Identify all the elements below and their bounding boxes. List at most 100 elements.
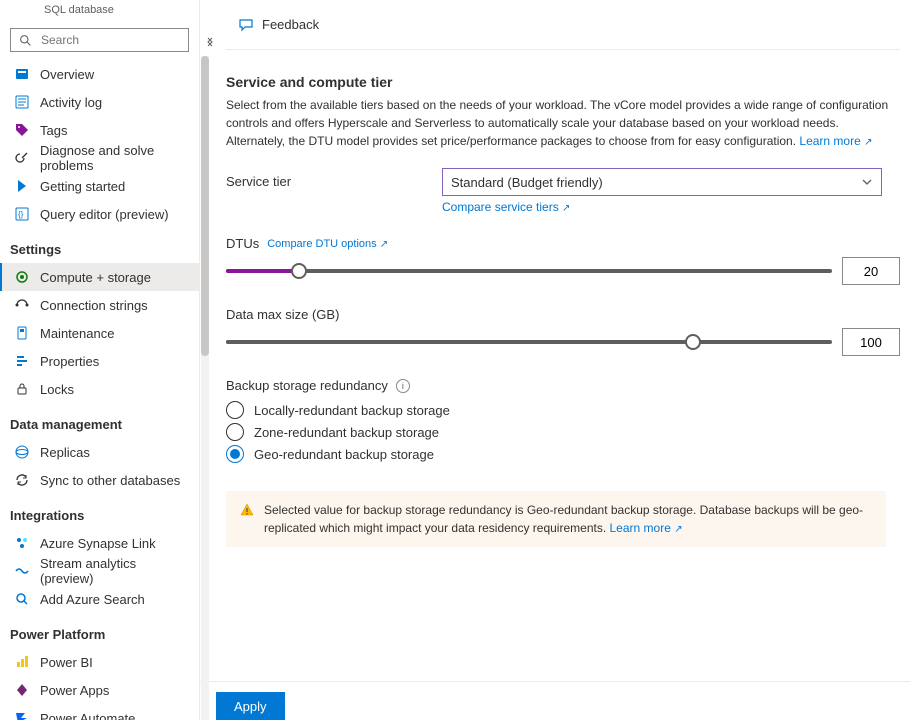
- sidebar-item-label: Maintenance: [40, 326, 114, 341]
- learn-more-link[interactable]: Learn more ↗: [799, 134, 872, 148]
- compare-service-tiers-link[interactable]: Compare service tiers ↗: [442, 200, 570, 214]
- getting-started-icon: [14, 178, 30, 194]
- radio-label: Locally-redundant backup storage: [254, 403, 450, 418]
- radio-label: Geo-redundant backup storage: [254, 447, 434, 462]
- sidebar-item-locks[interactable]: Locks: [0, 375, 199, 403]
- diagnose-icon: [14, 150, 30, 166]
- sidebar-item-label: Properties: [40, 354, 99, 369]
- external-link-icon: ↗: [562, 203, 570, 214]
- properties-icon: [14, 353, 30, 369]
- section-title: Service and compute tier: [226, 74, 900, 90]
- sidebar-item-label: Activity log: [40, 95, 102, 110]
- tags-icon: [14, 122, 30, 138]
- sidebar-item-add-azure-search[interactable]: Add Azure Search: [0, 585, 199, 613]
- dtus-value-input[interactable]: [842, 257, 900, 285]
- synapse-icon: [14, 535, 30, 551]
- sidebar-item-tags[interactable]: Tags: [0, 116, 199, 144]
- sidebar-item-label: Compute + storage: [40, 270, 151, 285]
- sidebar-item-getting-started[interactable]: Getting started: [0, 172, 199, 200]
- data-max-slider[interactable]: [226, 330, 832, 354]
- sidebar-item-compute-storage[interactable]: Compute + storage: [0, 263, 199, 291]
- maintenance-icon: [14, 325, 30, 341]
- sidebar-item-power-automate[interactable]: Power Automate: [0, 704, 199, 720]
- data-max-value-input[interactable]: [842, 328, 900, 356]
- sidebar-item-overview[interactable]: Overview: [0, 60, 199, 88]
- data-max-size-label: Data max size (GB): [226, 307, 339, 322]
- sidebar-item-label: Sync to other databases: [40, 473, 180, 488]
- sidebar-item-label: Connection strings: [40, 298, 148, 313]
- compute-icon: [14, 269, 30, 285]
- radio-indicator: [226, 401, 244, 419]
- sidebar-search-input[interactable]: [39, 32, 198, 48]
- powerbi-icon: [14, 654, 30, 670]
- apply-button[interactable]: Apply: [216, 692, 285, 720]
- sidebar: SQL database OverviewActivity logTagsDia…: [0, 0, 200, 720]
- service-tier-select[interactable]: Standard (Budget friendly): [442, 168, 882, 196]
- dtus-label: DTUs: [226, 236, 259, 251]
- sidebar-item-label: Replicas: [40, 445, 90, 460]
- sidebar-item-label: Azure Synapse Link: [40, 536, 156, 551]
- activity-icon: [14, 94, 30, 110]
- sidebar-item-label: Add Azure Search: [40, 592, 145, 607]
- sidebar-item-query-editor-preview-[interactable]: {} Query editor (preview): [0, 200, 199, 228]
- backup-redundancy-label: Backup storage redundancy: [226, 378, 388, 393]
- radio-locally-redundant-backup-storage[interactable]: Locally-redundant backup storage: [226, 399, 900, 421]
- main-panel: Feedback Service and compute tier Select…: [200, 0, 910, 720]
- sidebar-item-label: Getting started: [40, 179, 125, 194]
- sidebar-item-label: Query editor (preview): [40, 207, 169, 222]
- sidebar-section-header: Settings: [0, 228, 199, 263]
- dtus-slider[interactable]: [226, 259, 832, 283]
- radio-label: Zone-redundant backup storage: [254, 425, 439, 440]
- sidebar-search[interactable]: [10, 28, 189, 52]
- sidebar-item-sync-to-other-databases[interactable]: Sync to other databases: [0, 466, 199, 494]
- sidebar-item-power-bi[interactable]: Power BI: [0, 648, 199, 676]
- locks-icon: [14, 381, 30, 397]
- warning-alert: Selected value for backup storage redund…: [226, 491, 886, 547]
- sidebar-item-replicas[interactable]: Replicas: [0, 438, 199, 466]
- stream-icon: [14, 563, 30, 579]
- sidebar-item-label: Power Apps: [40, 683, 109, 698]
- sidebar-item-label: Diagnose and solve problems: [40, 143, 189, 173]
- sidebar-item-properties[interactable]: Properties: [0, 347, 199, 375]
- sidebar-item-label: Overview: [40, 67, 94, 82]
- dtus-slider-thumb[interactable]: [291, 263, 307, 279]
- feedback-button[interactable]: Feedback: [238, 17, 319, 33]
- sidebar-item-diagnose-and-solve-problems[interactable]: Diagnose and solve problems: [0, 144, 199, 172]
- sidebar-section-header: Data management: [0, 403, 199, 438]
- external-link-icon: ↗: [674, 524, 682, 535]
- alert-learn-more-link[interactable]: Learn more ↗: [610, 521, 683, 535]
- svg-text:{}: {}: [18, 210, 24, 219]
- powerautomate-icon: [14, 710, 30, 720]
- external-link-icon: ↗: [864, 137, 872, 148]
- radio-indicator: [226, 445, 244, 463]
- sidebar-item-maintenance[interactable]: Maintenance: [0, 319, 199, 347]
- sidebar-item-activity-log[interactable]: Activity log: [0, 88, 199, 116]
- toolbar: Feedback: [226, 0, 900, 50]
- sidebar-item-label: Locks: [40, 382, 74, 397]
- sidebar-section-header: Power Platform: [0, 613, 199, 648]
- section-description: Select from the available tiers based on…: [226, 96, 900, 150]
- powerapps-icon: [14, 682, 30, 698]
- sidebar-item-label: Tags: [40, 123, 67, 138]
- radio-geo-redundant-backup-storage[interactable]: Geo-redundant backup storage: [226, 443, 900, 465]
- service-tier-label: Service tier: [226, 168, 442, 189]
- search-svc-icon: [14, 591, 30, 607]
- search-icon: [17, 32, 33, 48]
- info-icon[interactable]: i: [396, 379, 410, 393]
- footer: Apply: [200, 681, 910, 720]
- compare-dtu-link[interactable]: Compare DTU options ↗: [267, 238, 388, 250]
- warning-icon: [240, 503, 254, 537]
- sidebar-item-azure-synapse-link[interactable]: Azure Synapse Link: [0, 529, 199, 557]
- connection-icon: [14, 297, 30, 313]
- radio-zone-redundant-backup-storage[interactable]: Zone-redundant backup storage: [226, 421, 900, 443]
- sidebar-section-header: Integrations: [0, 494, 199, 529]
- sidebar-item-label: Power Automate: [40, 711, 135, 720]
- sidebar-item-stream-analytics-preview-[interactable]: Stream analytics (preview): [0, 557, 199, 585]
- sidebar-item-label: Power BI: [40, 655, 93, 670]
- replicas-icon: [14, 444, 30, 460]
- sidebar-item-power-apps[interactable]: Power Apps: [0, 676, 199, 704]
- sidebar-item-connection-strings[interactable]: Connection strings: [0, 291, 199, 319]
- chevron-down-icon: [861, 176, 873, 188]
- sidebar-item-label: Stream analytics (preview): [40, 556, 189, 586]
- data-max-slider-thumb[interactable]: [685, 334, 701, 350]
